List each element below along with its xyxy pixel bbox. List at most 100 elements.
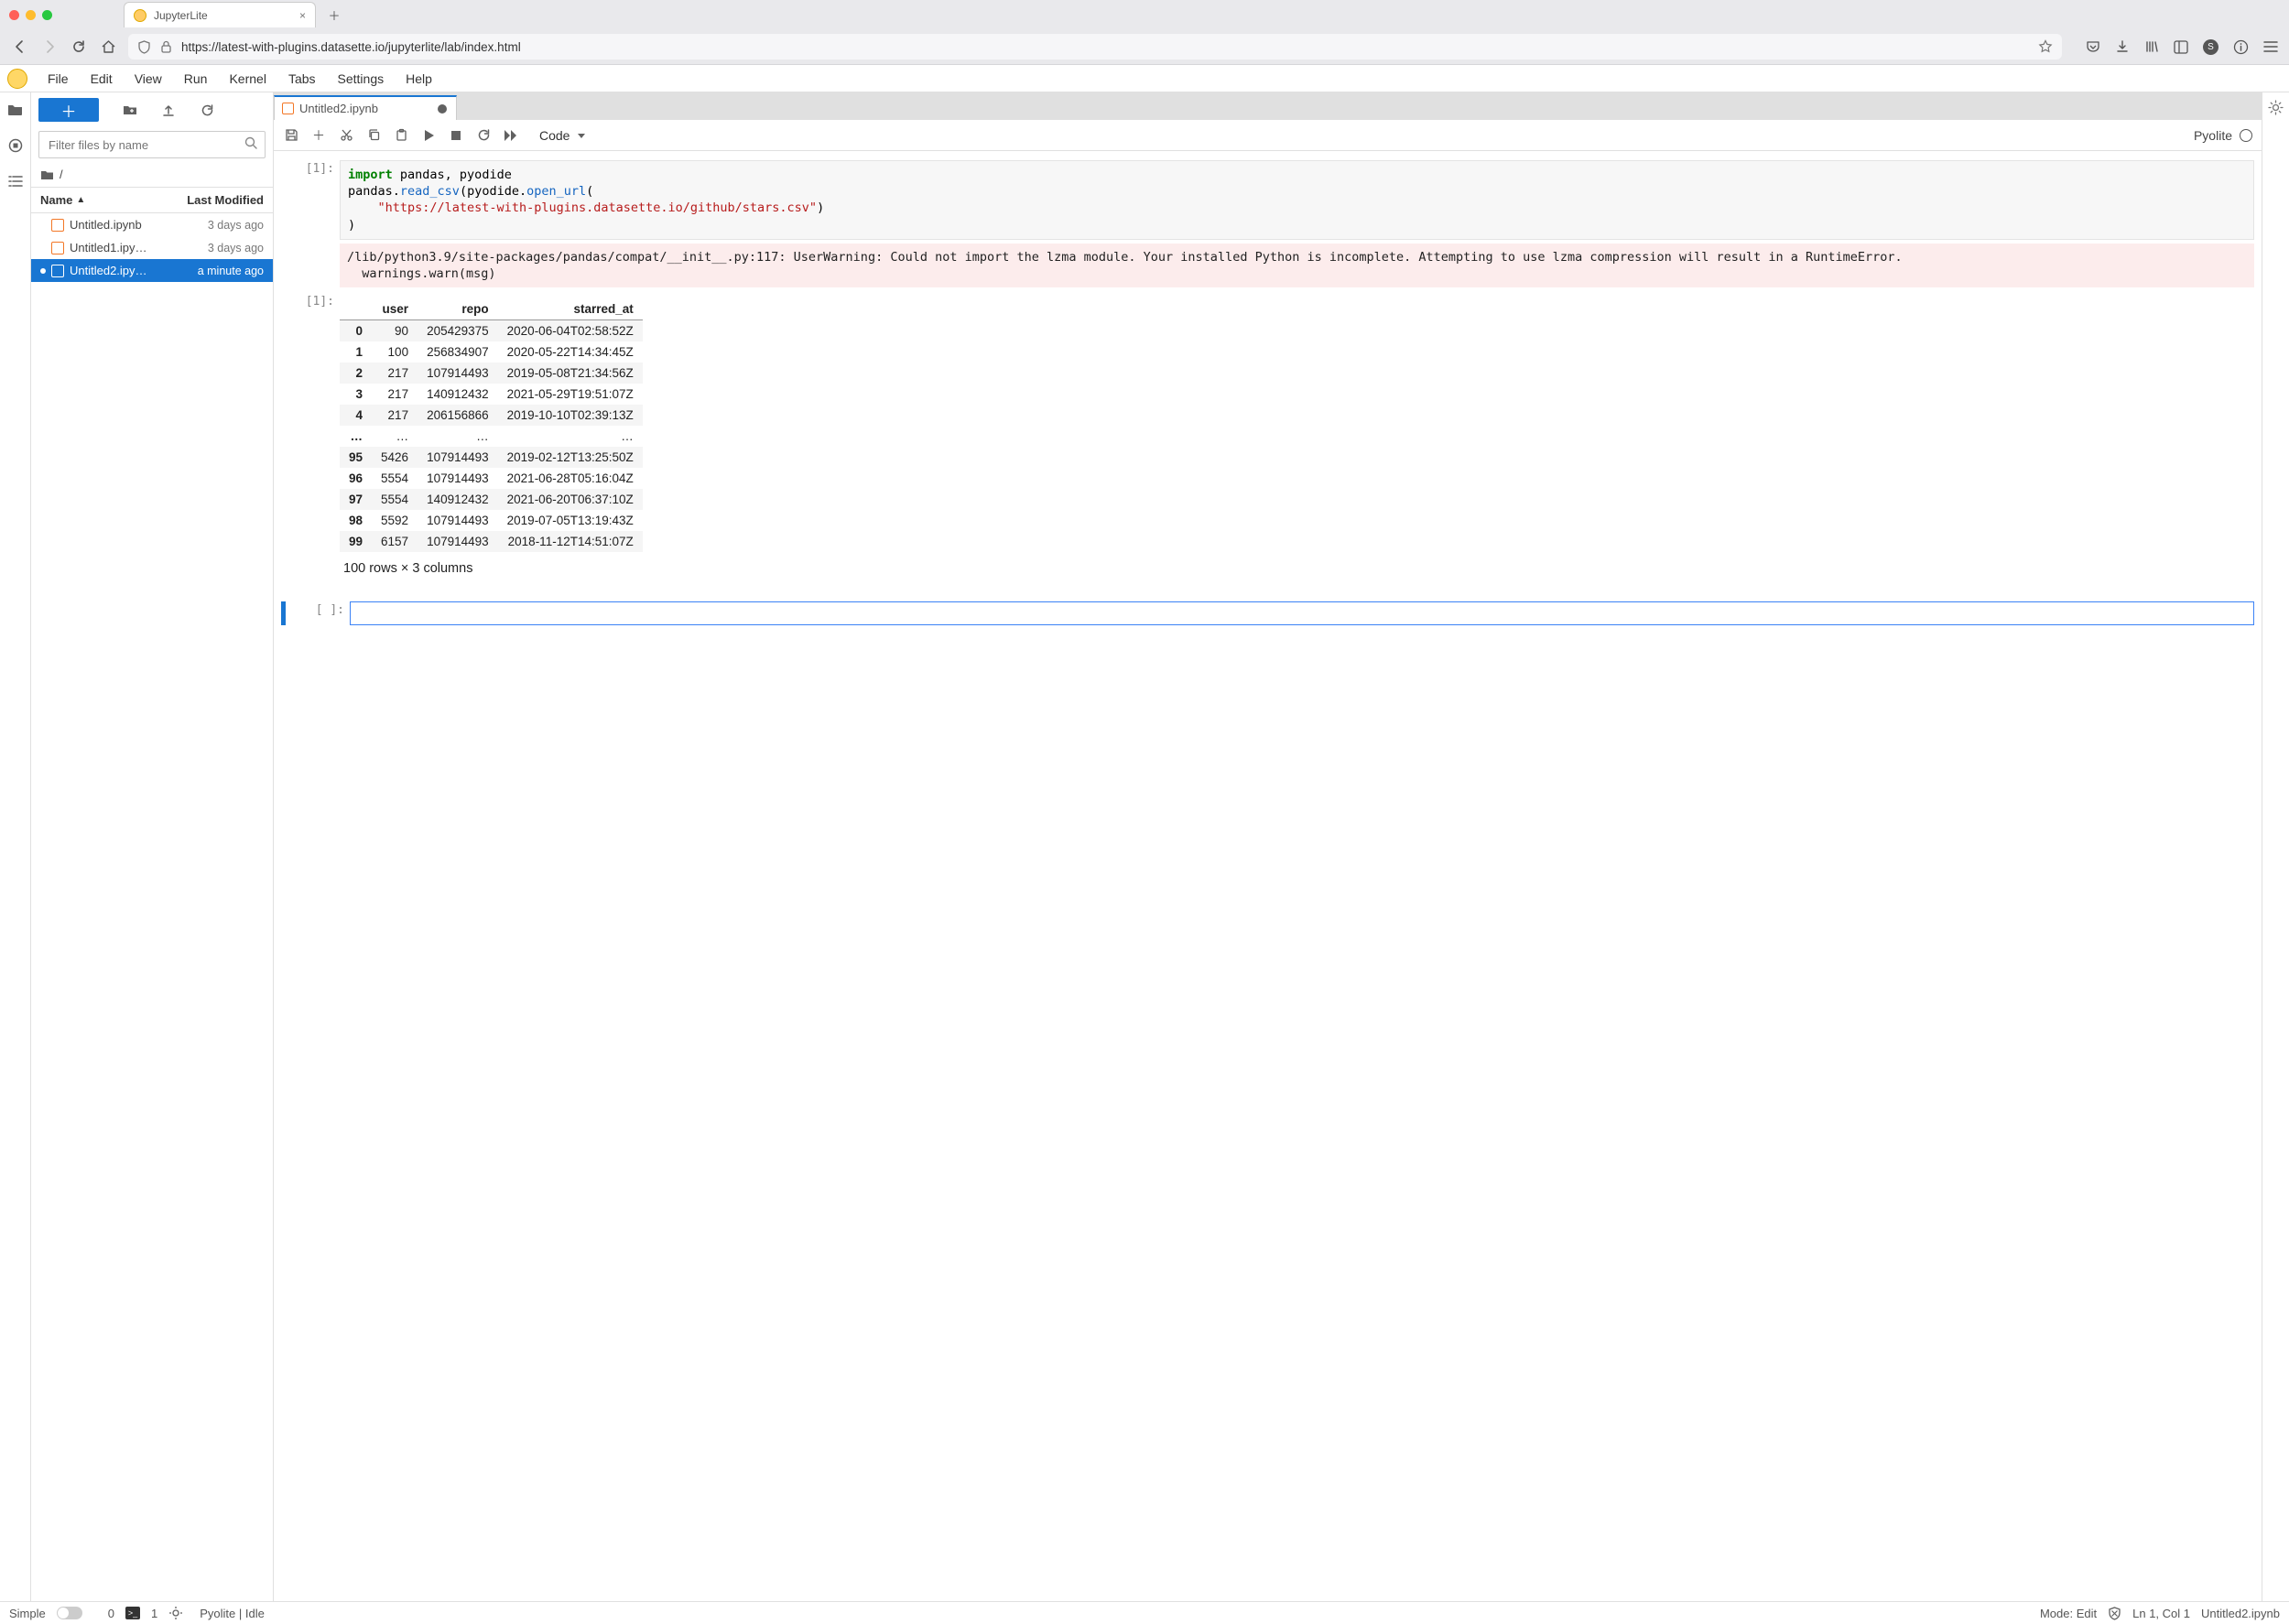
breadcrumb-root-icon[interactable] xyxy=(40,168,54,180)
status-mode: Mode: Edit xyxy=(2040,1607,2097,1620)
df-cell: 2019-05-08T21:34:56Z xyxy=(498,363,643,384)
back-button[interactable] xyxy=(11,38,29,56)
menu-tabs[interactable]: Tabs xyxy=(277,68,327,90)
account-icon[interactable]: S xyxy=(2203,39,2218,55)
df-cell: 2019-07-05T13:19:43Z xyxy=(498,510,643,531)
reload-button[interactable] xyxy=(70,38,88,56)
df-cell: 2021-06-28T05:16:04Z xyxy=(498,468,643,489)
prompt-empty: [ ]: xyxy=(291,601,344,625)
notebook-icon xyxy=(51,242,64,254)
df-cell: 107914493 xyxy=(418,447,498,468)
lock-icon[interactable] xyxy=(160,40,172,54)
terminal-icon[interactable]: >_ xyxy=(125,1607,140,1619)
df-cell: 107914493 xyxy=(418,510,498,531)
dataframe-summary: 100 rows × 3 columns xyxy=(340,552,2254,579)
df-cell: 5592 xyxy=(372,510,418,531)
dirty-dot-icon xyxy=(40,245,46,251)
file-row[interactable]: Untitled.ipynb3 days ago xyxy=(31,213,273,236)
empty-code-cell[interactable] xyxy=(350,601,2254,625)
df-cell: 2 xyxy=(340,363,372,384)
shield-icon[interactable] xyxy=(137,40,151,54)
search-icon xyxy=(244,136,258,150)
restart-icon[interactable] xyxy=(475,127,492,144)
window-minimize-icon[interactable] xyxy=(26,10,36,20)
notebook-icon xyxy=(51,265,64,277)
forward-button[interactable] xyxy=(40,38,59,56)
new-launcher-button[interactable]: ＋ xyxy=(38,98,99,122)
menu-run[interactable]: Run xyxy=(173,68,219,90)
df-cell: 140912432 xyxy=(418,489,498,510)
file-modified: 3 days ago xyxy=(208,242,264,254)
paste-icon[interactable] xyxy=(393,127,409,144)
sort-asc-icon: ▲ xyxy=(76,195,85,205)
cell-type-select[interactable]: Code xyxy=(536,126,587,145)
download-icon[interactable] xyxy=(2115,39,2130,54)
menu-file[interactable]: File xyxy=(37,68,80,90)
add-cell-icon[interactable]: ＋ xyxy=(310,127,327,144)
menu-view[interactable]: View xyxy=(124,68,173,90)
status-kernel: Pyolite xyxy=(200,1607,235,1620)
copy-icon[interactable] xyxy=(365,127,382,144)
df-cell: 3 xyxy=(340,384,372,405)
file-filter-input[interactable] xyxy=(38,131,266,158)
run-all-icon[interactable] xyxy=(503,127,519,144)
df-cell: 2021-05-29T19:51:07Z xyxy=(498,384,643,405)
menu-edit[interactable]: Edit xyxy=(80,68,124,90)
status-zero: 0 xyxy=(108,1607,114,1620)
df-cell: 217 xyxy=(372,405,418,426)
upload-icon[interactable] xyxy=(161,103,176,117)
df-cell: 95 xyxy=(340,447,372,468)
notebook-tab-label: Untitled2.ipynb xyxy=(299,102,378,115)
df-cell: 1 xyxy=(340,341,372,363)
hamburger-menu-icon[interactable] xyxy=(2263,40,2278,53)
kernel-status-icon[interactable] xyxy=(2240,129,2252,142)
df-cell: 6157 xyxy=(372,531,418,552)
menu-help[interactable]: Help xyxy=(395,68,443,90)
code-cell[interactable]: import pandas, pyodide pandas.read_csv(p… xyxy=(340,160,2254,240)
save-icon[interactable] xyxy=(283,127,299,144)
bookmark-star-icon[interactable] xyxy=(2038,39,2053,54)
refresh-icon[interactable] xyxy=(200,103,214,117)
info-icon[interactable] xyxy=(2233,39,2249,55)
kernel-name[interactable]: Pyolite xyxy=(2194,128,2232,143)
breadcrumb-root[interactable]: / xyxy=(60,168,63,181)
df-cell: 100 xyxy=(372,341,418,363)
df-cell: 107914493 xyxy=(418,531,498,552)
sidebar-icon[interactable] xyxy=(2174,40,2188,54)
df-cell: 5554 xyxy=(372,489,418,510)
notrust-icon[interactable] xyxy=(2108,1607,2121,1620)
window-zoom-icon[interactable] xyxy=(42,10,52,20)
menu-settings[interactable]: Settings xyxy=(327,68,396,90)
cut-icon[interactable] xyxy=(338,127,354,144)
browser-tab[interactable]: JupyterLite × xyxy=(124,2,316,27)
col-name[interactable]: Name xyxy=(40,193,72,207)
lsp-icon[interactable] xyxy=(168,1606,183,1620)
close-tab-icon[interactable]: × xyxy=(299,9,306,22)
running-icon[interactable] xyxy=(7,137,23,153)
menu-kernel[interactable]: Kernel xyxy=(218,68,277,90)
status-simple: Simple xyxy=(9,1607,46,1620)
toc-icon[interactable] xyxy=(7,173,23,189)
stop-icon[interactable] xyxy=(448,127,464,144)
folder-icon[interactable] xyxy=(7,102,23,117)
col-modified[interactable]: Last Modified xyxy=(187,193,264,207)
df-cell: 4 xyxy=(340,405,372,426)
file-row[interactable]: Untitled2.ipy…a minute ago xyxy=(31,259,273,282)
file-row[interactable]: Untitled1.ipy…3 days ago xyxy=(31,236,273,259)
new-tab-button[interactable]: ＋ xyxy=(323,4,345,26)
simple-toggle[interactable] xyxy=(57,1607,82,1619)
df-cell: 97 xyxy=(340,489,372,510)
window-close-icon[interactable] xyxy=(9,10,19,20)
new-folder-icon[interactable] xyxy=(123,103,137,117)
home-button[interactable] xyxy=(99,38,117,56)
df-cell: … xyxy=(498,426,643,447)
run-icon[interactable] xyxy=(420,127,437,144)
favicon-icon xyxy=(134,9,146,22)
df-cell: 90 xyxy=(372,320,418,342)
url-text[interactable]: https://latest-with-plugins.datasette.io… xyxy=(181,40,2029,54)
df-cell: 107914493 xyxy=(418,468,498,489)
property-inspector-icon[interactable] xyxy=(2268,100,2284,1601)
library-icon[interactable] xyxy=(2144,39,2159,54)
pocket-icon[interactable] xyxy=(2086,39,2100,54)
notebook-tab[interactable]: Untitled2.ipynb xyxy=(274,95,457,120)
